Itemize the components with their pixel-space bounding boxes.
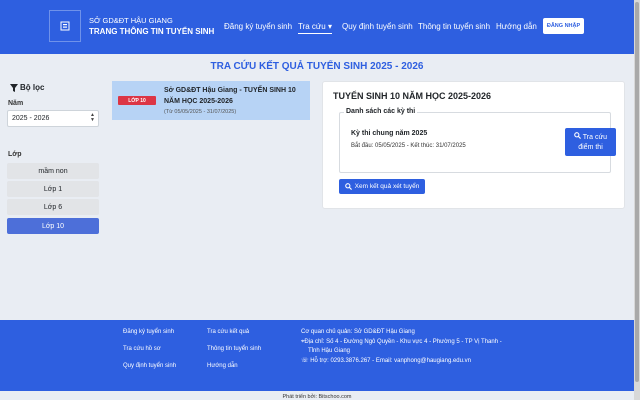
nav-tra-cuu-label: Tra cứu [298, 22, 326, 31]
lookup-line1: Tra cứu [582, 134, 608, 141]
year-select-value: 2025 - 2026 [12, 115, 50, 122]
page-scrollbar[interactable] [634, 0, 640, 400]
search-icon [574, 132, 583, 141]
filter-icon [10, 83, 18, 92]
page-title: TRA CỨU KẾT QUẢ TUYỂN SINH 2025 - 2026 [210, 61, 424, 72]
footer-support-text: Hỗ trợ: 0293.3876.267 - Email: vanphong@… [310, 358, 471, 364]
exam-card[interactable]: LỚP 10 Sở GD&ĐT Hậu Giang - TUYỂN SINH 1… [112, 81, 310, 120]
top-header: SỞ GD&ĐT HẬU GIANG TRANG THÔNG TIN TUYỂN… [0, 0, 634, 54]
exam-name: Kỳ thi chung năm 2025 [351, 130, 428, 137]
footer-link-tra-cuu-ho-so[interactable]: Tra cứu hồ sơ [123, 346, 161, 352]
level-lop-6[interactable]: Lớp 6 [7, 199, 99, 215]
view-results-button[interactable]: Xem kết quả xét tuyển [339, 179, 425, 194]
exam-card-dates: (Từ 05/05/2025 - 31/07/2025) [164, 109, 237, 115]
search-icon [344, 183, 352, 190]
login-button[interactable]: ĐĂNG NHẬP [543, 18, 584, 34]
footer-link-thong-tin[interactable]: Thông tin tuyển sinh [207, 346, 261, 352]
school-logo-icon [60, 21, 70, 31]
exam-list-title: Danh sách các kỳ thi [344, 108, 418, 115]
detail-panel: TUYỂN SINH 10 NĂM HỌC 2025-2026 Danh sác… [322, 81, 625, 209]
footer-address-line1: Địa chỉ: Số 4 - Đường Ngô Quyền - Khu vự… [304, 339, 502, 345]
exam-card-title: Sở GD&ĐT Hậu Giang - TUYỂN SINH 10 NĂM H… [164, 87, 296, 105]
nav-thong-tin[interactable]: Thông tin tuyển sinh [418, 22, 490, 31]
footer-agency: Cơ quan chủ quản: Sở GD&ĐT Hậu Giang [301, 329, 415, 335]
footer-link-dang-ky[interactable]: Đăng ký tuyển sinh [123, 329, 174, 335]
footer-support: ☏ Hỗ trợ: 0293.3876.267 - Email: vanphon… [301, 357, 471, 364]
lookup-score-button[interactable]: Tra cứu điểm thi [565, 128, 616, 156]
select-arrows-icon: ▲ ▼ [90, 112, 95, 123]
exam-dates: Bắt đầu: 05/05/2025 - Kết thúc: 31/07/20… [351, 143, 466, 149]
powered-by: Phát triển bởi: Bitschoo.com [282, 394, 352, 400]
level-lop-10[interactable]: Lớp 10 [7, 218, 99, 234]
exam-list: Danh sách các kỳ thi Kỳ thi chung năm 20… [339, 108, 616, 173]
nav-huong-dan[interactable]: Hướng dẫn [496, 22, 537, 31]
nav-tra-cuu[interactable]: Tra cứu ▾ [298, 22, 332, 34]
year-select[interactable]: 2025 - 2026 ▲ ▼ [7, 110, 99, 127]
year-label: Năm [8, 100, 24, 107]
footer: Đăng ký tuyển sinh Tra cứu hồ sơ Quy địn… [0, 320, 634, 391]
footer-address-line2: Tỉnh Hậu Giang [308, 348, 351, 354]
nav-quy-dinh[interactable]: Quy định tuyển sinh [342, 22, 413, 31]
panel-title: TUYỂN SINH 10 NĂM HỌC 2025-2026 [333, 91, 492, 101]
footer-link-tra-cuu-ket-qua[interactable]: Tra cứu kết quả [207, 329, 249, 335]
nav-dang-ky[interactable]: Đăng ký tuyển sinh [224, 22, 292, 31]
footer-address: ⌖Địa chỉ: Số 4 - Đường Ngô Quyền - Khu v… [301, 339, 502, 346]
lookup-line2: điểm thi [578, 144, 603, 151]
org-name: SỞ GD&ĐT HẬU GIANG [89, 16, 173, 25]
filter-title: Bộ lọc [10, 83, 44, 92]
logo[interactable] [49, 10, 81, 42]
level-badge: LỚP 10 [118, 96, 156, 105]
caret-down-icon: ▾ [327, 22, 332, 31]
scrollbar-thumb[interactable] [635, 2, 639, 382]
site-name: TRANG THÔNG TIN TUYỂN SINH [89, 27, 215, 36]
level-label: Lớp [8, 151, 22, 158]
level-lop-1[interactable]: Lớp 1 [7, 181, 99, 197]
level-mam-non[interactable]: mầm non [7, 163, 99, 179]
headset-icon: ☏ [301, 358, 309, 364]
view-results-label: Xem kết quả xét tuyển [354, 183, 420, 190]
footer-link-quy-dinh[interactable]: Quy định tuyển sinh [123, 363, 176, 369]
filter-title-label: Bộ lọc [20, 83, 45, 92]
footer-link-huong-dan[interactable]: Hướng dẫn [207, 363, 238, 369]
